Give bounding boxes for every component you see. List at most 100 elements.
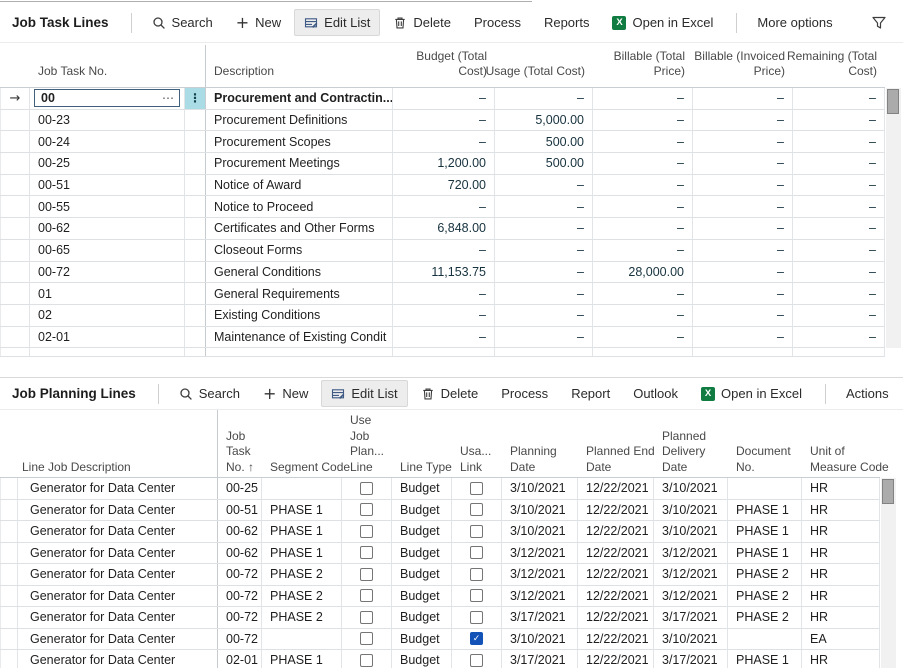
remaining-cell[interactable]: – xyxy=(793,218,885,239)
remaining-cell[interactable]: – xyxy=(793,88,885,109)
planning-date-cell[interactable]: 3/10/2021 xyxy=(502,521,578,542)
job-task-no-cell[interactable]: 00-24 xyxy=(30,131,185,152)
billable-total-cell[interactable]: – xyxy=(593,175,693,196)
description-cell[interactable]: Procurement Meetings xyxy=(206,153,393,174)
task-no-cell[interactable]: 00-72 xyxy=(218,607,262,628)
planned-end-cell[interactable]: 12/22/2021 xyxy=(578,607,654,628)
job-task-lines-scrollbar-track[interactable] xyxy=(886,88,901,348)
usage-link-checkbox[interactable]: ✓ xyxy=(470,632,483,645)
use-job-plan-checkbox[interactable] xyxy=(360,546,373,559)
billable-invoiced-cell[interactable]: – xyxy=(693,196,793,217)
use-job-plan-checkbox[interactable] xyxy=(360,568,373,581)
usage-link-checkbox[interactable] xyxy=(470,589,483,602)
row-selector-cell[interactable] xyxy=(0,153,30,174)
description-cell[interactable]: Maintenance of Existing Condit xyxy=(206,327,393,348)
planned-end-cell[interactable]: 12/22/2021 xyxy=(578,521,654,542)
planned-end-cell[interactable]: 12/22/2021 xyxy=(578,478,654,499)
uom-cell[interactable]: HR xyxy=(802,543,880,564)
column-header-planning-date[interactable]: Planning Date xyxy=(502,410,578,482)
task-no-cell[interactable]: 00-51 xyxy=(218,500,262,521)
row-selector-cell[interactable] xyxy=(0,218,30,239)
planning-date-cell[interactable]: 3/10/2021 xyxy=(502,629,578,650)
segment-cell[interactable]: PHASE 2 xyxy=(262,586,342,607)
uom-cell[interactable]: HR xyxy=(802,607,880,628)
edit-list-button[interactable]: Edit List xyxy=(321,380,407,407)
search-button[interactable]: Search xyxy=(169,380,250,407)
usage-cell[interactable]: – xyxy=(495,196,593,217)
line-type-cell[interactable]: Budget xyxy=(392,521,452,542)
column-header-line-type[interactable]: Line Type xyxy=(392,410,452,482)
job-task-no-cell[interactable]: 00-62 xyxy=(30,218,185,239)
budget-cell[interactable]: – xyxy=(393,196,495,217)
remaining-cell[interactable]: – xyxy=(793,196,885,217)
planned-delivery-cell[interactable]: 3/10/2021 xyxy=(654,629,728,650)
job-task-no-cell[interactable]: 00-25 xyxy=(30,153,185,174)
planned-end-cell[interactable]: 12/22/2021 xyxy=(578,650,654,668)
job-task-no-cell[interactable]: 00-55 xyxy=(30,196,185,217)
planned-delivery-cell[interactable]: 3/12/2021 xyxy=(654,543,728,564)
remaining-cell[interactable]: – xyxy=(793,175,885,196)
planned-end-cell[interactable]: 12/22/2021 xyxy=(578,543,654,564)
row-selector-cell[interactable]: → xyxy=(0,88,30,109)
billable-total-cell[interactable]: – xyxy=(593,196,693,217)
billable-invoiced-cell[interactable]: – xyxy=(693,153,793,174)
budget-cell[interactable]: – xyxy=(393,327,495,348)
planning-date-cell[interactable]: 3/12/2021 xyxy=(502,543,578,564)
billable-total-cell[interactable]: – xyxy=(593,218,693,239)
remaining-cell[interactable]: – xyxy=(793,153,885,174)
row-options-button[interactable]: ⋮ xyxy=(185,88,206,109)
description-cell[interactable]: Generator for Data Center xyxy=(14,650,218,668)
use-job-plan-checkbox[interactable] xyxy=(360,632,373,645)
task-no-cell[interactable]: 02-01 xyxy=(218,650,262,668)
budget-cell[interactable]: 6,848.00 xyxy=(393,218,495,239)
new-button[interactable]: + New xyxy=(226,9,291,36)
open-in-excel-button[interactable]: X Open in Excel xyxy=(602,9,723,36)
column-header-description[interactable]: Line Job Description xyxy=(14,410,218,482)
document-no-cell[interactable]: PHASE 2 xyxy=(728,564,802,585)
use-job-plan-checkbox[interactable] xyxy=(360,503,373,516)
job-planning-lines-title[interactable]: Job Planning Lines xyxy=(12,386,148,401)
process-button[interactable]: Process xyxy=(464,9,531,36)
report-button[interactable]: Report xyxy=(561,380,620,407)
task-no-cell[interactable]: 00-25 xyxy=(218,478,262,499)
line-type-cell[interactable]: Budget xyxy=(392,500,452,521)
job-task-no-cell[interactable]: 02 xyxy=(30,305,185,326)
remaining-cell[interactable]: – xyxy=(793,240,885,261)
planning-date-cell[interactable]: 3/17/2021 xyxy=(502,650,578,668)
planning-date-cell[interactable]: 3/10/2021 xyxy=(502,500,578,521)
line-type-cell[interactable]: Budget xyxy=(392,543,452,564)
uom-cell[interactable]: HR xyxy=(802,478,880,499)
row-selector-cell[interactable] xyxy=(0,305,30,326)
use-job-plan-checkbox[interactable] xyxy=(360,589,373,602)
uom-cell[interactable]: HR xyxy=(802,521,880,542)
uom-cell[interactable]: EA xyxy=(802,629,880,650)
description-cell[interactable]: Generator for Data Center xyxy=(14,564,218,585)
segment-cell[interactable]: PHASE 1 xyxy=(262,543,342,564)
job-planning-lines-scrollbar-track[interactable] xyxy=(881,478,896,668)
document-no-cell[interactable]: PHASE 2 xyxy=(728,586,802,607)
job-task-no-cell[interactable]: 00-23 xyxy=(30,110,185,131)
segment-cell[interactable]: PHASE 2 xyxy=(262,564,342,585)
planned-delivery-cell[interactable]: 3/12/2021 xyxy=(654,586,728,607)
assist-edit-icon[interactable]: ⋯ xyxy=(162,93,174,103)
column-header-no[interactable]: Job Task No. xyxy=(30,45,185,87)
uom-cell[interactable]: HR xyxy=(802,500,880,521)
column-header-document-no[interactable]: Document No. xyxy=(728,410,802,482)
usage-link-checkbox[interactable] xyxy=(470,654,483,667)
use-job-plan-checkbox[interactable] xyxy=(360,482,373,495)
budget-cell[interactable]: – xyxy=(393,88,495,109)
usage-cell[interactable]: – xyxy=(495,283,593,304)
delete-button[interactable]: Delete xyxy=(383,9,461,36)
segment-cell[interactable]: PHASE 1 xyxy=(262,650,342,668)
planned-delivery-cell[interactable]: 3/10/2021 xyxy=(654,478,728,499)
budget-cell[interactable]: – xyxy=(393,131,495,152)
job-task-no-cell[interactable]: 00-65 xyxy=(30,240,185,261)
billable-total-cell[interactable]: – xyxy=(593,153,693,174)
billable-total-cell[interactable]: – xyxy=(593,88,693,109)
column-header-planned-delivery[interactable]: Planned Delivery Date xyxy=(654,410,728,482)
billable-invoiced-cell[interactable]: – xyxy=(693,240,793,261)
row-selector-cell[interactable] xyxy=(0,131,30,152)
row-selector-cell[interactable] xyxy=(0,196,30,217)
description-cell[interactable]: Procurement and Contractin... xyxy=(206,88,393,109)
budget-cell[interactable]: – xyxy=(393,240,495,261)
